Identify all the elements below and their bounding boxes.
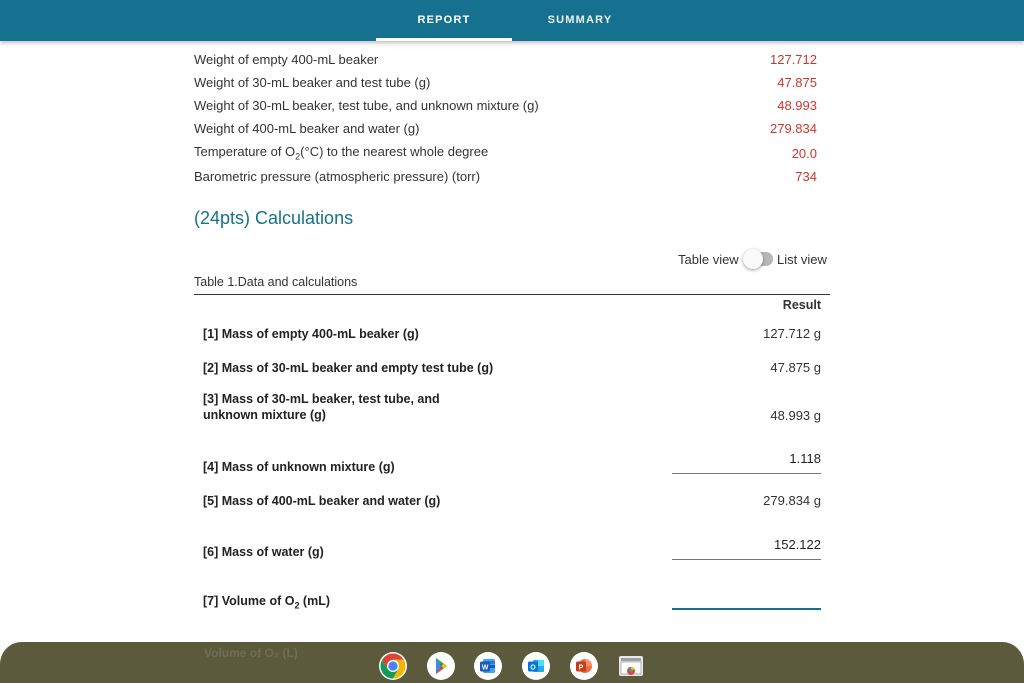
calc-label-6: [6] Mass of water (g) xyxy=(203,545,324,559)
section-title: (24pts) Calculations xyxy=(194,208,354,228)
calc-label-3-line2: unknown mixture (g) xyxy=(203,408,326,422)
data-label: Weight of 30-mL beaker and test tube (g) xyxy=(194,75,431,90)
data-value: 47.875 xyxy=(777,75,817,90)
table-caption: Table 1.Data and calculations xyxy=(194,275,358,289)
view-toggle: Table view List view xyxy=(678,249,838,269)
calc-result-5: 279.834 g xyxy=(763,493,821,508)
toggle-knob xyxy=(743,249,763,269)
svg-text:P: P xyxy=(579,665,584,672)
report-content[interactable]: Weight of empty 400-mL beaker 127.712 We… xyxy=(0,41,1024,642)
table-view-label: Table view xyxy=(678,252,739,267)
calc-result-1: 127.712 g xyxy=(763,326,821,341)
data-value: 279.834 xyxy=(770,121,817,136)
outlook-icon[interactable]: O xyxy=(522,652,550,680)
calc-label-3-line1: [3] Mass of 30-mL beaker, test tube, and xyxy=(203,392,440,406)
calc-label-5: [5] Mass of 400-mL beaker and water (g) xyxy=(203,494,441,508)
data-value: 20.0 xyxy=(791,146,817,161)
data-value: 48.993 xyxy=(777,98,817,113)
result-column-header: Result xyxy=(782,298,821,312)
data-label: Barometric pressure (atmospheric pressur… xyxy=(194,169,481,184)
chrome-icon[interactable] xyxy=(379,652,407,680)
data-label: Temperature of O2(°C) to the nearest who… xyxy=(194,144,489,162)
data-label: Weight of empty 400-mL beaker xyxy=(194,52,379,67)
calc-label-4: [4] Mass of unknown mixture (g) xyxy=(203,460,395,474)
calc-result-3: 48.993 g xyxy=(770,408,821,423)
taskbar-shelf: Volume of O₂ (L) W O P xyxy=(0,642,1024,683)
data-label: Weight of 30-mL beaker, test tube, and u… xyxy=(194,98,539,113)
calc-label-3: [3] Mass of 30-mL beaker, test tube, and… xyxy=(203,391,440,423)
mass-water-input[interactable] xyxy=(672,536,821,560)
calc-label-2: [2] Mass of 30-mL beaker and empty test … xyxy=(203,361,494,375)
calc-result-2: 47.875 g xyxy=(770,360,821,375)
svg-text:O: O xyxy=(530,665,536,672)
list-view-label: List view xyxy=(777,252,827,267)
play-store-icon[interactable] xyxy=(427,652,455,680)
calc-label-1: [1] Mass of empty 400-mL beaker (g) xyxy=(203,327,419,341)
active-tab-indicator xyxy=(376,38,512,41)
calc-label-7: [7] Volume of O2 (mL) xyxy=(203,594,331,611)
screenshot-icon[interactable] xyxy=(617,652,645,680)
data-value: 734 xyxy=(795,169,817,184)
top-app-bar: REPORT SUMMARY xyxy=(0,0,1024,41)
tab-summary[interactable]: SUMMARY xyxy=(512,0,648,41)
view-toggle-switch[interactable] xyxy=(743,249,773,269)
word-icon[interactable]: W xyxy=(474,652,502,680)
table-divider xyxy=(194,294,830,295)
tab-report[interactable]: REPORT xyxy=(376,0,512,41)
svg-text:W: W xyxy=(482,665,489,672)
powerpoint-icon[interactable]: P xyxy=(570,652,598,680)
partial-row-label: Volume of O₂ (L) xyxy=(204,646,298,660)
mass-unknown-mixture-input[interactable] xyxy=(672,450,821,474)
data-value: 127.712 xyxy=(770,52,817,67)
volume-o2-input[interactable] xyxy=(672,586,821,610)
data-label: Weight of 400-mL beaker and water (g) xyxy=(194,121,420,136)
